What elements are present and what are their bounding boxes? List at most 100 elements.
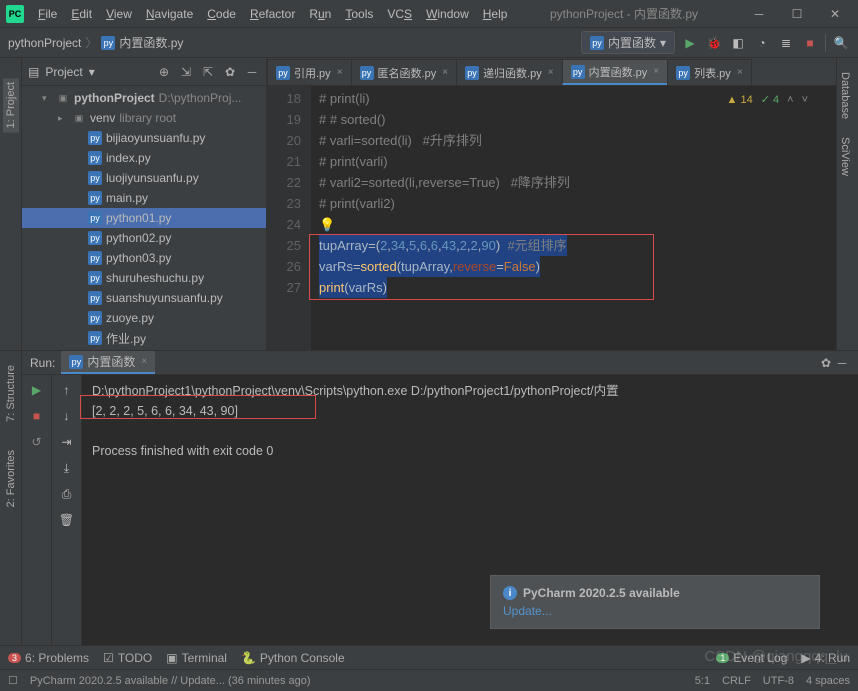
editor-tab[interactable]: py引用.py×	[267, 59, 352, 85]
notification-update-link[interactable]: Update...	[503, 604, 807, 618]
problems-tab[interactable]: 3 6: Problems	[8, 651, 89, 665]
menu-code[interactable]: Code	[201, 4, 242, 24]
run-button[interactable]: ▶	[681, 34, 699, 52]
tool-database-tab[interactable]: Database	[837, 68, 853, 123]
chevron-up-icon[interactable]: ˄	[787, 90, 793, 111]
tree-row[interactable]: pymain.py	[22, 188, 266, 208]
quick-access-icon[interactable]: ☐	[8, 674, 18, 687]
scroll-end-icon[interactable]: ⤓	[58, 459, 76, 477]
code-line[interactable]: varRs=sorted(tupArray,reverse=False)	[319, 256, 836, 277]
code-line[interactable]: print(varRs)	[319, 277, 836, 298]
tree-row[interactable]: ▾▣pythonProject D:\pythonProj...	[22, 88, 266, 108]
menu-refactor[interactable]: Refactor	[244, 4, 301, 24]
menu-window[interactable]: Window	[420, 4, 475, 24]
tree-row[interactable]: pyluojiyunsuanfu.py	[22, 168, 266, 188]
run-tab-bottom[interactable]: ▶ 4: Run	[801, 651, 850, 665]
collapse-all-icon[interactable]: ⇱	[200, 64, 216, 80]
code-line[interactable]: # print(varli2)	[319, 193, 836, 214]
chevron-down-icon[interactable]: ˅	[802, 90, 808, 111]
menu-tools[interactable]: Tools	[339, 4, 379, 24]
code-line[interactable]: # print(varli)	[319, 151, 836, 172]
project-tree[interactable]: ▾▣pythonProject D:\pythonProj...▸▣venv l…	[22, 86, 266, 350]
stop-button[interactable]: ■	[801, 34, 819, 52]
todo-tab[interactable]: ☑ TODO	[103, 651, 152, 665]
inspections-widget[interactable]: ▲ 14 ✓ 4 ˄ ˅	[727, 90, 808, 111]
maximize-button[interactable]: ☐	[780, 2, 814, 26]
tool-sciview-tab[interactable]: SciView	[837, 133, 853, 180]
chevron-down-icon[interactable]: ▾	[89, 65, 95, 79]
tree-row[interactable]: pybijiaoyunsuanfu.py	[22, 128, 266, 148]
tree-row[interactable]: pyshuruheshuchu.py	[22, 268, 266, 288]
clear-icon[interactable]: 🗑	[58, 511, 76, 529]
restart-button[interactable]: ↺	[28, 433, 46, 451]
concurrency-button[interactable]: ≣	[777, 34, 795, 52]
up-stack-icon[interactable]: ↑	[58, 381, 76, 399]
code-editor[interactable]: ▲ 14 ✓ 4 ˄ ˅ # print(li)# # sorted()# va…	[311, 86, 836, 350]
run-tab[interactable]: py 内置函数 ×	[61, 351, 155, 374]
tab-label: 列表.py	[694, 65, 731, 81]
hide-icon[interactable]: ─	[244, 64, 260, 80]
terminal-tab[interactable]: ▣ Terminal	[166, 651, 227, 665]
menu-file[interactable]: File	[32, 4, 63, 24]
soft-wrap-icon[interactable]: ⇥	[58, 433, 76, 451]
tool-project-tab[interactable]: 1: Project	[3, 78, 19, 132]
run-config-selector[interactable]: py 内置函数 ▾	[581, 31, 675, 54]
tool-structure-tab[interactable]: 7: Structure	[3, 361, 19, 426]
close-icon[interactable]: ×	[337, 67, 343, 78]
expand-all-icon[interactable]: ⇲	[178, 64, 194, 80]
code-line[interactable]: # varli2=sorted(li,reverse=True) #降序排列	[319, 172, 836, 193]
tree-row[interactable]: pypython03.py	[22, 248, 266, 268]
status-caret-pos[interactable]: 5:1	[695, 675, 710, 687]
event-log-tab[interactable]: 1 Event Log	[716, 651, 787, 665]
status-indent[interactable]: 4 spaces	[806, 675, 850, 687]
close-icon[interactable]: ×	[653, 66, 659, 77]
tree-row[interactable]: pypython02.py	[22, 228, 266, 248]
search-button[interactable]: 🔍	[832, 34, 850, 52]
console-line: [2, 2, 2, 5, 6, 6, 34, 43, 90]	[92, 401, 848, 421]
editor-tab[interactable]: py内置函数.py×	[562, 59, 669, 85]
down-stack-icon[interactable]: ↓	[58, 407, 76, 425]
menu-vcs[interactable]: VCS	[381, 4, 418, 24]
tool-favorites-tab[interactable]: 2: Favorites	[3, 446, 19, 511]
editor-tab[interactable]: py匿名函数.py×	[351, 59, 458, 85]
menu-run[interactable]: Run	[303, 4, 337, 24]
breadcrumb-project[interactable]: pythonProject	[8, 36, 81, 50]
tree-row[interactable]: ▸▣venv library root	[22, 108, 266, 128]
code-line[interactable]: # # sorted()	[319, 109, 836, 130]
run-coverage-button[interactable]: ◧	[729, 34, 747, 52]
status-encoding[interactable]: UTF-8	[763, 675, 794, 687]
status-eol[interactable]: CRLF	[722, 675, 751, 687]
tree-row[interactable]: pyindex.py	[22, 148, 266, 168]
python-console-tab[interactable]: 🐍 Python Console	[241, 651, 345, 665]
menu-edit[interactable]: Edit	[65, 4, 98, 24]
breadcrumb-file[interactable]: 内置函数.py	[119, 34, 183, 51]
code-line[interactable]: # varli=sorted(li) #升序排列	[319, 130, 836, 151]
close-icon[interactable]: ×	[442, 67, 448, 78]
menu-help[interactable]: Help	[477, 4, 514, 24]
tree-row[interactable]: py作业.py	[22, 328, 266, 348]
tree-row[interactable]: pysuanshuyunsuanfu.py	[22, 288, 266, 308]
minimize-button[interactable]: ─	[742, 2, 776, 26]
close-icon[interactable]: ×	[548, 67, 554, 78]
close-icon[interactable]: ×	[141, 356, 147, 367]
code-line[interactable]: 💡	[319, 214, 836, 235]
menu-navigate[interactable]: Navigate	[140, 4, 199, 24]
gear-icon[interactable]: ✿	[818, 355, 834, 371]
rerun-button[interactable]: ▶	[28, 381, 46, 399]
editor-tab[interactable]: py递归函数.py×	[456, 59, 563, 85]
print-icon[interactable]: ⎙	[58, 485, 76, 503]
menu-view[interactable]: View	[100, 4, 138, 24]
close-button[interactable]: ✕	[818, 2, 852, 26]
select-opened-icon[interactable]: ⊕	[156, 64, 172, 80]
tree-row[interactable]: pypython01.py	[22, 208, 266, 228]
stop-button[interactable]: ■	[28, 407, 46, 425]
gear-icon[interactable]: ✿	[222, 64, 238, 80]
debug-button[interactable]: 🐞	[705, 34, 723, 52]
notification-popup[interactable]: iPyCharm 2020.2.5 available Update...	[490, 575, 820, 629]
editor-tab[interactable]: py列表.py×	[667, 59, 752, 85]
close-icon[interactable]: ×	[737, 67, 743, 78]
hide-icon[interactable]: ─	[834, 355, 850, 371]
code-line[interactable]: tupArray=(2,34,5,6,6,43,2,2,90) #元组排序	[319, 235, 836, 256]
profile-button[interactable]: ◔	[753, 34, 771, 52]
tree-row[interactable]: pyzuoye.py	[22, 308, 266, 328]
